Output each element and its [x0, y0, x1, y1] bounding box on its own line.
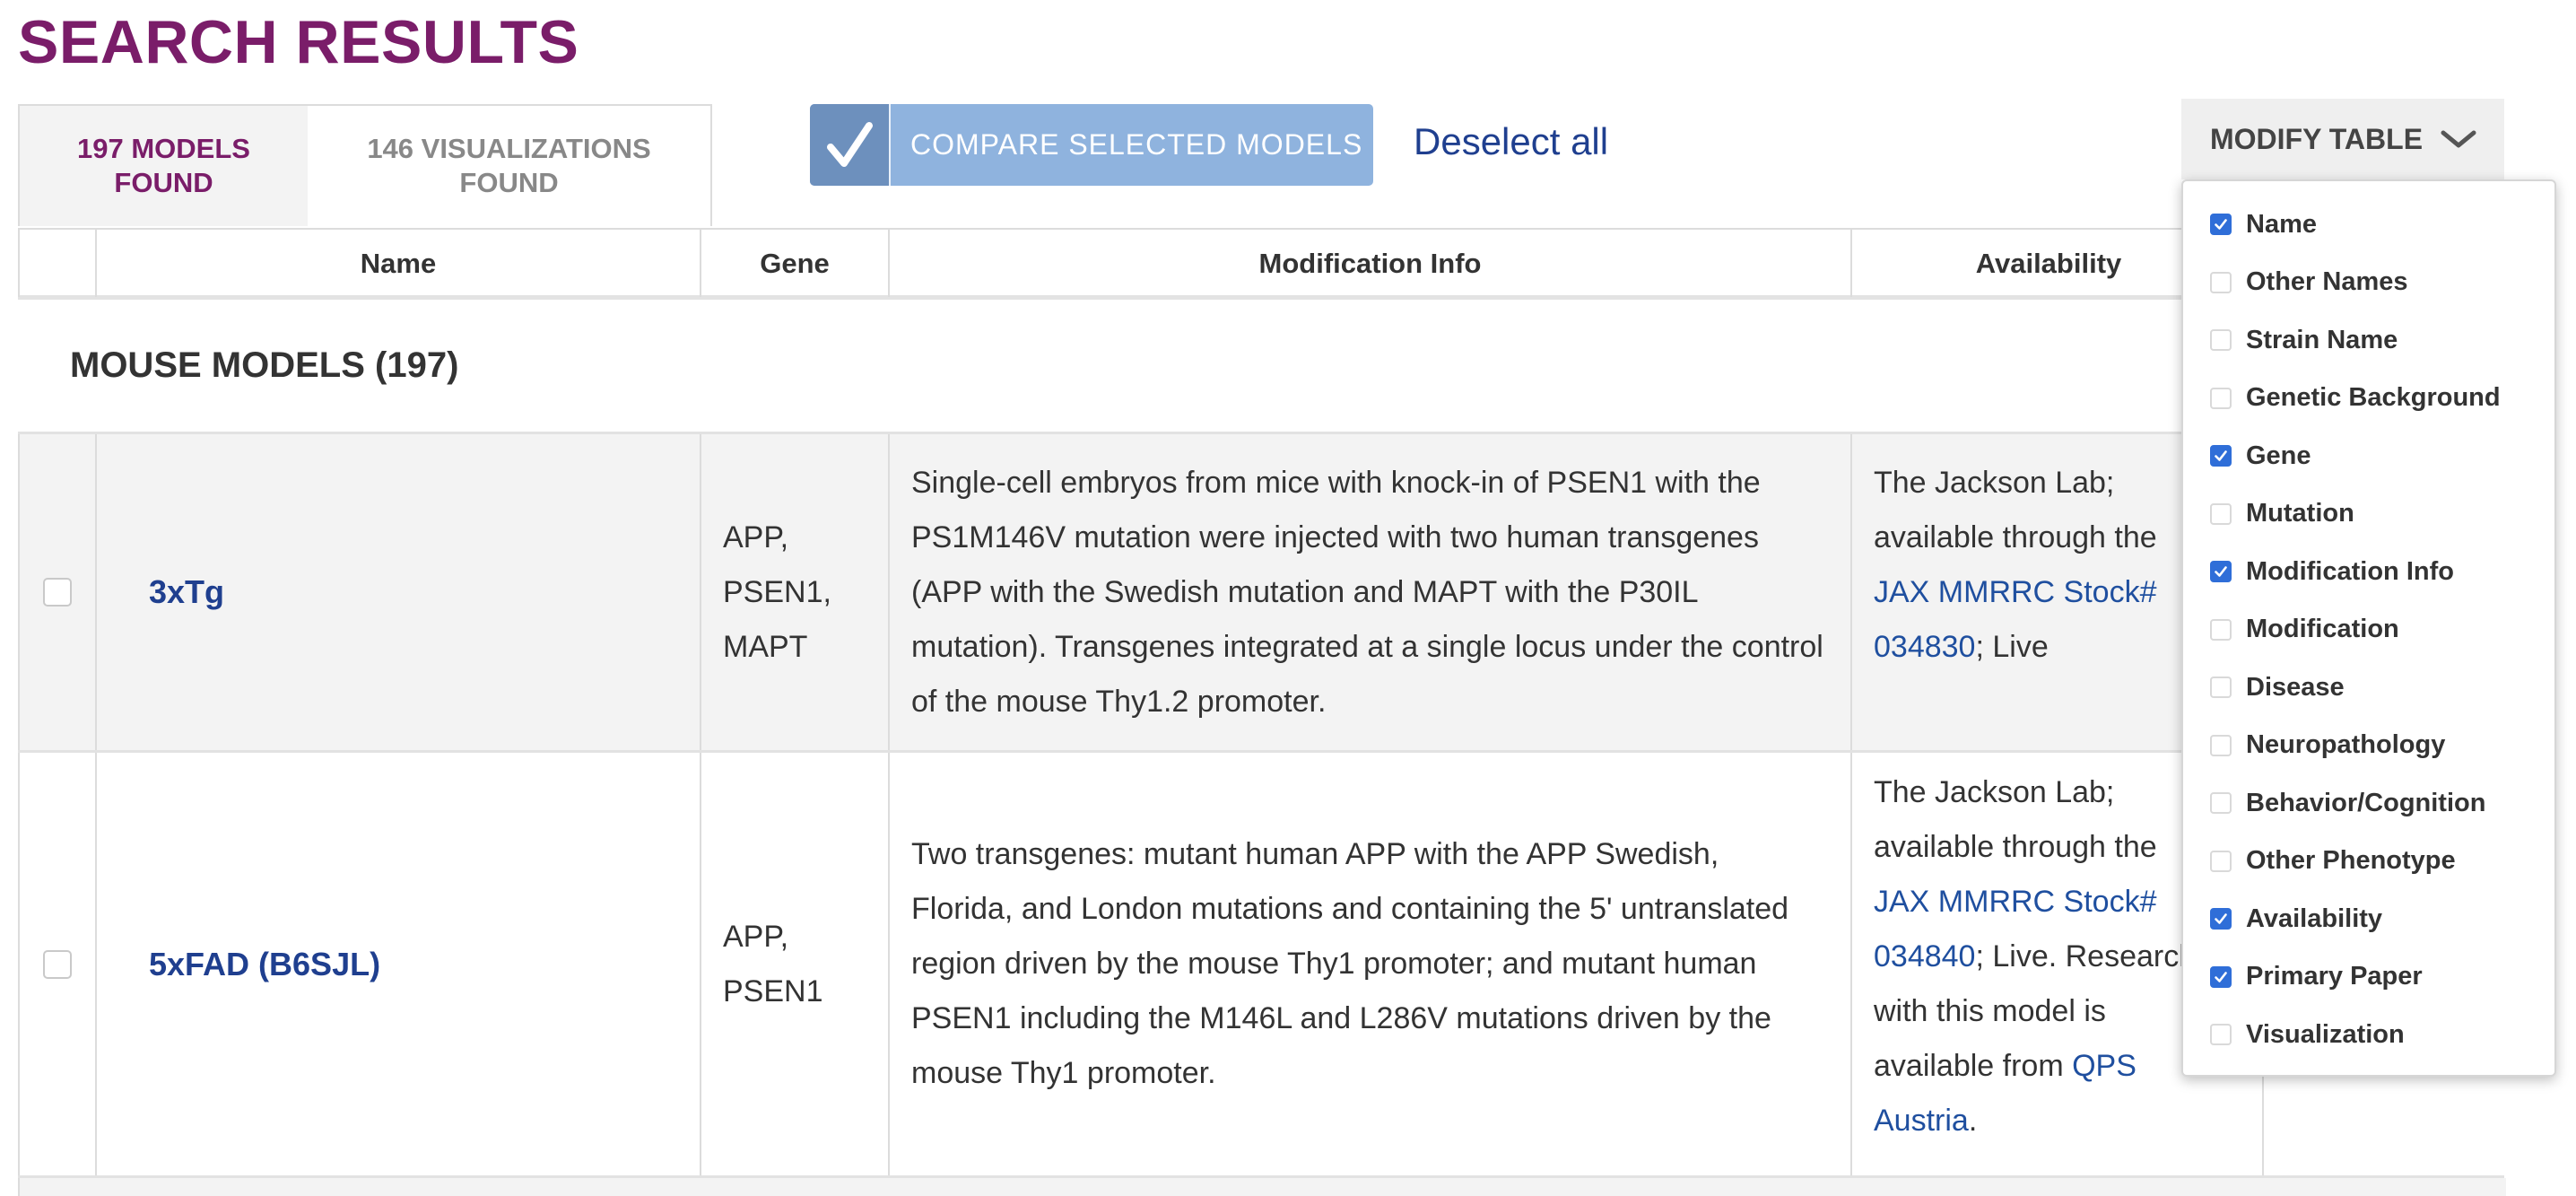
table-row: 3xTg APP, PSEN1, MAPT Single-cell embryo…: [18, 434, 2504, 753]
menu-option-label: Behavior/Cognition: [2246, 788, 2486, 817]
tab-models[interactable]: 197 MODELS FOUND: [18, 104, 309, 226]
modification-cell: Single-cell embryos from mice with knock…: [888, 434, 1850, 750]
header-gene[interactable]: Gene: [700, 230, 888, 297]
menu-option-behavior-cognition[interactable]: Behavior/Cognition: [2210, 785, 2485, 821]
menu-option-other-phenotype[interactable]: Other Phenotype: [2210, 843, 2456, 879]
menu-option-checkbox[interactable]: [2210, 445, 2232, 467]
menu-option-checkbox[interactable]: [2210, 561, 2232, 582]
table-row: 5xFAD (B6SJL) APP, PSEN1 Two transgenes:…: [18, 753, 2504, 1178]
modification-text: Two transgenes: mutant human APP with th…: [911, 837, 1789, 1090]
page-title: SEARCH RESULTS: [18, 8, 579, 76]
availability-end: .: [1968, 1104, 1978, 1138]
next-row-edge: [18, 1178, 2506, 1196]
modification-text: Single-cell embryos from mice with knock…: [911, 465, 1823, 719]
menu-option-neuropathology[interactable]: Neuropathology: [2210, 728, 2445, 764]
menu-option-checkbox[interactable]: [2210, 618, 2232, 641]
menu-option-label: Primary Paper: [2246, 962, 2423, 991]
row-select-cell: [18, 434, 95, 750]
checkmark-icon: [2215, 971, 2227, 982]
header-select-column: [18, 230, 95, 297]
checkmark-icon: [2215, 450, 2227, 461]
checkmark-icon: [2215, 913, 2227, 924]
menu-option-checkbox[interactable]: [2210, 214, 2232, 235]
menu-option-checkbox[interactable]: [2210, 387, 2232, 409]
header-name[interactable]: Name: [95, 230, 700, 297]
menu-option-checkbox[interactable]: [2210, 1024, 2232, 1045]
menu-option-name[interactable]: Name: [2210, 206, 2317, 242]
menu-option-label: Disease: [2246, 672, 2345, 702]
jax-stock-link[interactable]: JAX MMRRC Stock#: [1874, 885, 2157, 919]
gene-text: APP, PSEN1, MAPT: [723, 519, 831, 664]
model-name-link[interactable]: 5xFAD (B6SJL): [149, 946, 380, 983]
jax-stock-number-link[interactable]: 034830: [1874, 630, 1975, 664]
menu-option-gene[interactable]: Gene: [2210, 438, 2311, 474]
modify-table-menu: Name Other Names Strain Name Genetic Backgr…: [2181, 179, 2556, 1077]
menu-option-checkbox[interactable]: [2210, 965, 2232, 988]
results-tabs: 197 MODELS FOUND 146 VISUALIZATIONS FOUN…: [18, 104, 712, 228]
menu-option-disease[interactable]: Disease: [2210, 669, 2345, 705]
model-name-cell: 3xTg: [95, 434, 700, 750]
tab-models-label: 197 MODELS FOUND: [77, 133, 250, 198]
menu-option-modification[interactable]: Modification: [2210, 612, 2399, 648]
tab-visualizations[interactable]: 146 VISUALIZATIONS FOUND: [308, 104, 712, 226]
menu-option-label: Mutation: [2246, 499, 2354, 528]
menu-option-label: Strain Name: [2246, 325, 2398, 354]
checkmark-icon: [2215, 566, 2227, 577]
header-modification-info[interactable]: Modification Info: [888, 230, 1850, 297]
availability-tail: ; Live. Research: [1975, 939, 2197, 973]
menu-option-checkbox[interactable]: [2210, 677, 2232, 698]
menu-option-primary-paper[interactable]: Primary Paper: [2210, 959, 2423, 995]
tab-visualizations-label: 146 VISUALIZATIONS FOUND: [367, 133, 651, 198]
model-name-link[interactable]: 3xTg: [149, 573, 224, 611]
menu-option-label: Neuropathology: [2246, 730, 2446, 759]
checkmark-icon: [2215, 219, 2227, 230]
row-select-cell: [18, 753, 95, 1175]
compare-selected-button[interactable]: COMPARE SELECTED MODELS: [810, 104, 1373, 186]
menu-option-checkbox[interactable]: [2210, 734, 2232, 756]
menu-option-mutation[interactable]: Mutation: [2210, 496, 2354, 532]
menu-option-label: Visualization: [2246, 1019, 2405, 1049]
model-name-cell: 5xFAD (B6SJL): [95, 753, 700, 1175]
menu-option-label: Other Phenotype: [2246, 846, 2456, 875]
availability-prefix: available from: [1874, 1049, 2073, 1083]
menu-option-genetic-background[interactable]: Genetic Background: [2210, 380, 2501, 416]
menu-option-checkbox[interactable]: [2210, 329, 2232, 351]
menu-option-strain-name[interactable]: Strain Name: [2210, 322, 2398, 358]
section-title: MOUSE MODELS (197): [18, 300, 2504, 434]
menu-option-label: Name: [2246, 209, 2317, 239]
menu-option-label: Modification: [2246, 615, 2399, 643]
gene-cell: APP, PSEN1: [700, 753, 888, 1175]
menu-option-label: Other Names: [2246, 267, 2408, 296]
menu-option-checkbox[interactable]: [2210, 908, 2232, 930]
checkmark-icon: [810, 104, 891, 186]
menu-option-label: Gene: [2246, 441, 2311, 470]
menu-option-visualization[interactable]: Visualization: [2210, 1017, 2405, 1052]
qps-link[interactable]: QPS: [2072, 1049, 2137, 1083]
availability-tail: ; Live: [1975, 630, 2049, 664]
menu-option-availability[interactable]: Availability: [2210, 901, 2382, 937]
row-checkbox[interactable]: [43, 949, 72, 979]
austria-link[interactable]: Austria: [1874, 1104, 1969, 1138]
deselect-all-link[interactable]: Deselect all: [1414, 120, 1608, 163]
gene-text: APP, PSEN1: [723, 919, 823, 1008]
table-header: Name Gene Modification Info Availability: [18, 228, 2504, 300]
menu-option-label: Modification Info: [2246, 556, 2454, 586]
modify-table-label: MODIFY TABLE: [2210, 122, 2424, 155]
chevron-down-icon: [2441, 130, 2476, 148]
menu-option-checkbox[interactable]: [2210, 792, 2232, 814]
jax-stock-link[interactable]: JAX MMRRC Stock#: [1874, 575, 2157, 609]
menu-option-checkbox[interactable]: [2210, 271, 2232, 293]
gene-cell: APP, PSEN1, MAPT: [700, 434, 888, 750]
modification-cell: Two transgenes: mutant human APP with th…: [888, 753, 1850, 1175]
menu-option-modification-info[interactable]: Modification Info: [2210, 554, 2454, 589]
menu-option-label: Availability: [2246, 904, 2383, 933]
menu-option-checkbox[interactable]: [2210, 502, 2232, 525]
menu-option-checkbox[interactable]: [2210, 850, 2232, 872]
compare-button-label: COMPARE SELECTED MODELS: [910, 128, 1363, 161]
modify-table-button[interactable]: MODIFY TABLE: [2181, 99, 2504, 179]
menu-option-label: Genetic Background: [2246, 383, 2501, 412]
menu-option-other-names[interactable]: Other Names: [2210, 265, 2408, 301]
jax-stock-number-link[interactable]: 034840: [1874, 939, 1975, 973]
row-checkbox[interactable]: [43, 578, 72, 607]
